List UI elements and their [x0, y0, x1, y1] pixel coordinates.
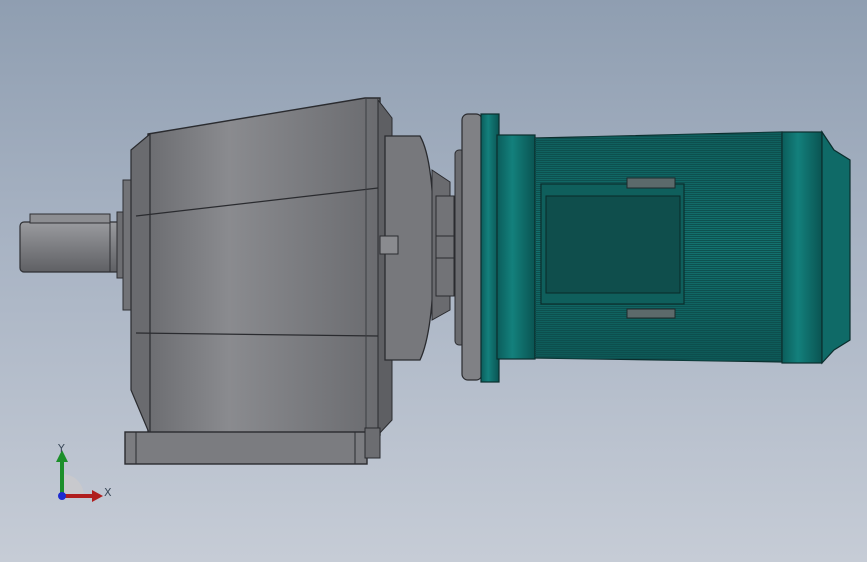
x-axis-label: X [104, 486, 112, 499]
coordinate-triad-icon: Y X [40, 440, 120, 510]
y-axis-label: Y [58, 442, 65, 455]
intermediate-housing [379, 135, 455, 361]
triad-graphic [56, 450, 103, 502]
mounting-foot [124, 427, 381, 465]
gear-motor-model[interactable] [0, 0, 867, 562]
cad-viewport[interactable]: Y X [0, 0, 867, 562]
terminal-box [540, 177, 685, 319]
motor-flange [454, 113, 536, 383]
output-shaft [19, 213, 126, 273]
gearbox-housing [130, 97, 393, 437]
fan-cover [781, 130, 851, 365]
